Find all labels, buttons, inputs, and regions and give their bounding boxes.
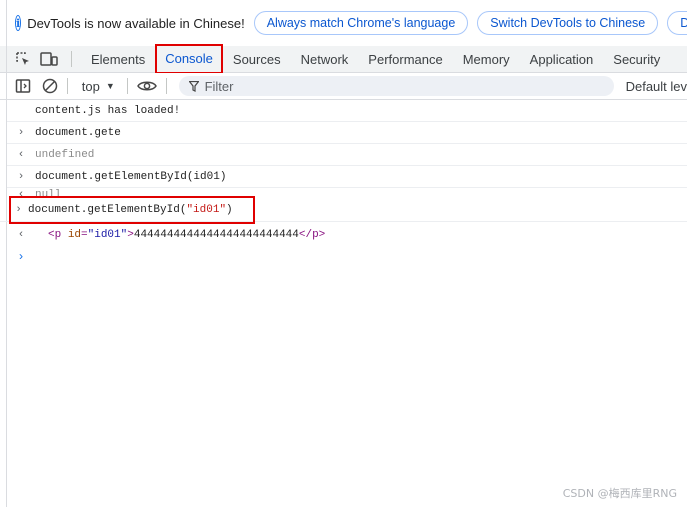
open-tag: <p xyxy=(48,229,62,241)
filter-field[interactable] xyxy=(178,76,614,96)
console-output[interactable]: content.js has loaded! › document.gete ‹… xyxy=(0,100,687,507)
infobar-message: DevTools is now available in Chinese! xyxy=(27,15,245,31)
console-input[interactable] xyxy=(35,251,635,263)
log-text: content.js has loaded! xyxy=(35,104,181,117)
input-chevron-icon: › xyxy=(17,126,25,139)
tab-console[interactable]: Console xyxy=(155,43,223,74)
toolbar-divider xyxy=(71,51,72,67)
console-input-line: › document.getElementById(id01) xyxy=(7,166,687,188)
toolbar-divider xyxy=(66,78,68,94)
attr-name: id xyxy=(67,229,82,241)
close-tag: </p> xyxy=(298,229,326,241)
output-chevron-icon: ‹ xyxy=(17,229,25,241)
highlighted-input-line: › document.getElementById("id01") xyxy=(9,195,255,224)
console-input-line: › document.gete xyxy=(7,122,687,144)
always-match-language-button[interactable]: Always match Chrome's language xyxy=(253,11,469,35)
tab-elements[interactable]: Elements xyxy=(81,46,155,73)
eye-icon[interactable] xyxy=(136,77,158,95)
input-chevron-icon: › xyxy=(15,203,22,216)
console-result-line: ‹ <p id="id01">4444444444444444444444444… xyxy=(7,224,687,246)
filter-input[interactable] xyxy=(204,78,585,94)
info-icon: i xyxy=(15,15,22,31)
console-toolbar: top ▼ Default lev xyxy=(0,73,687,100)
log-levels-dropdown[interactable]: Default lev xyxy=(626,79,687,94)
watermark: CSDN @梅西库里RNG xyxy=(562,487,677,500)
dont-show-again-button[interactable]: Don xyxy=(667,11,687,35)
node-content: 4444444444444444444444444 xyxy=(133,229,299,241)
tab-memory[interactable]: Memory xyxy=(453,46,520,73)
highlighted-input-row: › document.getElementById("id01") xyxy=(0,195,687,224)
prompt-chevron-icon: › xyxy=(17,250,25,264)
tab-performance[interactable]: Performance xyxy=(358,46,452,73)
tab-network[interactable]: Network xyxy=(291,46,359,73)
context-label: top xyxy=(81,78,100,94)
switch-to-chinese-button[interactable]: Switch DevTools to Chinese xyxy=(477,11,659,35)
attr-value: "id01" xyxy=(87,229,128,241)
dom-node-result[interactable]: <p id="id01">4444444444444444444444444</… xyxy=(48,229,325,241)
output-chevron-icon: ‹ xyxy=(17,148,25,161)
input-code: document.getElementById("id01") xyxy=(28,204,233,216)
context-selector[interactable]: top ▼ xyxy=(82,79,115,94)
output-text: undefined xyxy=(35,148,95,161)
device-toolbar-icon[interactable] xyxy=(40,50,58,68)
input-code-string: "id01" xyxy=(186,203,227,216)
clear-console-icon[interactable] xyxy=(41,77,59,95)
attr-eq: = xyxy=(81,229,88,241)
tab-application[interactable]: Application xyxy=(520,46,604,73)
devtools-tab-bar: Elements Console Sources Network Perform… xyxy=(0,43,687,74)
input-chevron-icon: › xyxy=(17,170,25,183)
toolbar-divider xyxy=(126,78,128,94)
devtools-window: i DevTools is now available in Chinese! … xyxy=(0,0,687,507)
input-text: document.getElementById(id01) xyxy=(35,170,227,183)
console-log-line: content.js has loaded! xyxy=(7,100,687,122)
filter-icon xyxy=(188,80,199,92)
input-code-suffix: ) xyxy=(226,203,233,216)
inspect-element-icon[interactable] xyxy=(14,50,32,68)
caret-down-icon: ▼ xyxy=(105,81,115,91)
input-code-prefix: document.getElementById( xyxy=(28,203,187,216)
tab-sources[interactable]: Sources xyxy=(223,46,291,73)
input-text: document.gete xyxy=(35,126,121,139)
toolbar-divider xyxy=(165,78,167,94)
open-tag-close: > xyxy=(127,229,134,241)
sidebar-toggle-icon[interactable] xyxy=(14,77,32,95)
language-infobar: i DevTools is now available in Chinese! … xyxy=(0,0,687,46)
console-output-line: ‹ undefined xyxy=(7,144,687,166)
tab-security[interactable]: Security xyxy=(603,46,670,73)
console-prompt[interactable]: › xyxy=(7,246,687,268)
